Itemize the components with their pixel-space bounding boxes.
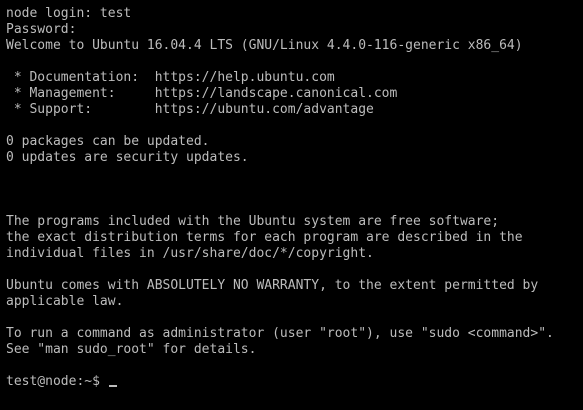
text-cursor (108, 385, 117, 387)
terminal-line-security-updates: 0 updates are security updates. (6, 150, 249, 165)
terminal-line-sudo-root: See "man sudo_root" for details. (6, 342, 257, 357)
terminal-line-management: * Management: https://landscape.canonica… (6, 86, 398, 101)
terminal-line-sudo-hint: To run a command as administrator (user … (6, 326, 554, 341)
terminal-line-packages: 0 packages can be updated. (6, 134, 210, 149)
terminal-line-copyright: individual files in /usr/share/doc/*/cop… (6, 246, 374, 261)
command-prompt-line[interactable]: test@node:~$ (6, 374, 583, 390)
terminal-line-password: Password: (6, 22, 77, 37)
terminal-line-welcome: Welcome to Ubuntu 16.04.4 LTS (GNU/Linux… (6, 38, 523, 53)
terminal-line-warranty: Ubuntu comes with ABSOLUTELY NO WARRANTY… (6, 278, 539, 293)
shell-prompt: test@node:~$ (6, 374, 108, 389)
terminal-line-free-software: The programs included with the Ubuntu sy… (6, 214, 500, 229)
terminal-line-applicable-law: applicable law. (6, 294, 124, 309)
terminal-window[interactable]: node login: test Password: Welcome to Ub… (0, 0, 583, 410)
terminal-line-distribution-terms: the exact distribution terms for each pr… (6, 230, 523, 245)
terminal-line-support: * Support: https://ubuntu.com/advantage (6, 102, 374, 117)
terminal-line-login: node login: test (6, 6, 132, 21)
terminal-line-documentation: * Documentation: https://help.ubuntu.com (6, 70, 335, 85)
